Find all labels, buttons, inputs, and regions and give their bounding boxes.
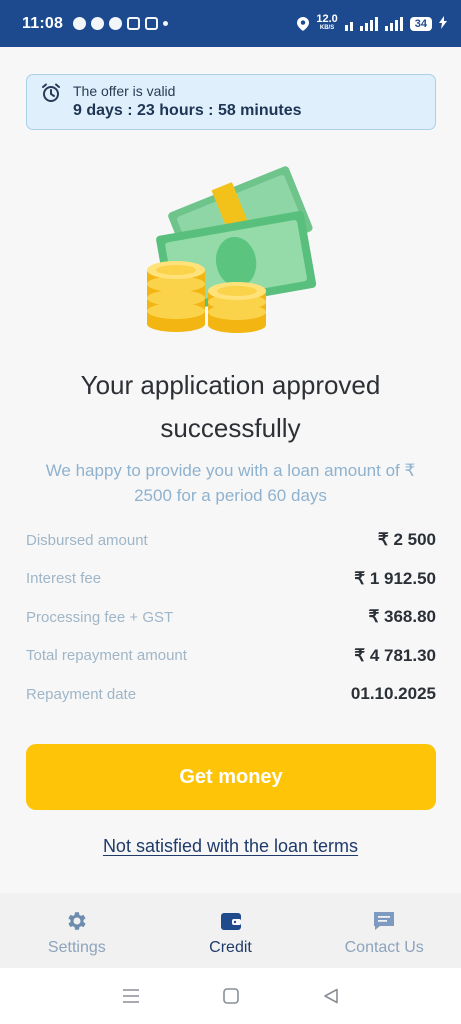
gear-icon — [68, 912, 86, 930]
detail-label: Interest fee — [26, 570, 102, 588]
location-icon — [297, 16, 310, 31]
signal-icon — [359, 16, 378, 31]
messenger-icon — [109, 17, 123, 30]
loan-details: Disbursed amount ₹ 2 500 Interest fee ₹ … — [26, 521, 436, 714]
charging-icon — [439, 15, 447, 32]
nav-item-label: Settings — [47, 939, 106, 956]
detail-row-disbursed: Disbursed amount ₹ 2 500 — [26, 521, 436, 560]
status-bar: 11:08 12.0 KB/S 34 — [0, 0, 461, 47]
back-icon[interactable] — [323, 988, 339, 1004]
alarm-clock-icon — [42, 83, 60, 102]
instagram-icon — [127, 17, 141, 30]
detail-label: Repayment date — [26, 685, 137, 703]
detail-value: ₹ 1 912.50 — [354, 568, 436, 588]
detail-label: Processing fee + GST — [26, 608, 174, 626]
home-icon[interactable] — [223, 988, 240, 1004]
signal-icon — [384, 16, 403, 31]
not-satisfied-link[interactable]: Not satisfied with the loan terms — [0, 836, 461, 857]
nav-item-label: Contact Us — [344, 939, 424, 956]
nav-item-contact-us[interactable]: Contact Us — [307, 893, 461, 968]
notification-icon — [91, 17, 105, 30]
approval-subtext: We happy to provide you with a loan amou… — [45, 461, 416, 505]
recent-apps-icon[interactable] — [122, 988, 140, 1004]
bottom-nav: Settings Credit Contact Us — [0, 893, 461, 968]
get-money-button[interactable]: Get money — [26, 744, 436, 810]
detail-label: Total repayment amount — [26, 647, 187, 665]
detail-value: ₹ 4 781.30 — [354, 645, 436, 665]
nav-item-label: Credit — [209, 939, 252, 956]
network-speed: 12.0 KB/S — [316, 12, 338, 31]
detail-value: ₹ 368.80 — [368, 607, 436, 627]
approval-headline: Your application approved successfully — [80, 370, 381, 443]
chat-icon — [374, 912, 395, 930]
volte-icon — [344, 17, 353, 31]
detail-row-total-repayment: Total repayment amount ₹ 4 781.30 — [26, 637, 436, 676]
detail-row-interest: Interest fee ₹ 1 912.50 — [26, 560, 436, 599]
money-illustration — [147, 166, 317, 333]
offer-label: The offer is valid — [73, 83, 176, 99]
detail-row-repayment-date: Repayment date 01.10.2025 — [26, 675, 436, 714]
battery-icon: 34 — [409, 16, 432, 31]
offer-countdown: 9 days : 23 hours : 58 minutes — [73, 102, 302, 119]
more-dot-icon — [163, 21, 169, 26]
detail-value: ₹ 2 500 — [377, 530, 436, 550]
offer-banner: The offer is valid 9 days : 23 hours : 5… — [26, 74, 436, 130]
nav-item-settings[interactable]: Settings — [0, 893, 154, 968]
notification-icon — [73, 17, 87, 30]
detail-row-processing-fee: Processing fee + GST ₹ 368.80 — [26, 598, 436, 637]
instagram-icon — [145, 17, 159, 30]
system-nav-bar — [0, 968, 461, 1024]
detail-label: Disbursed amount — [26, 531, 148, 549]
status-time: 11:08 — [22, 14, 64, 32]
detail-value: 01.10.2025 — [350, 684, 436, 704]
wallet-icon — [220, 913, 241, 930]
nav-item-credit[interactable]: Credit — [154, 893, 308, 968]
notification-icons — [73, 17, 169, 30]
